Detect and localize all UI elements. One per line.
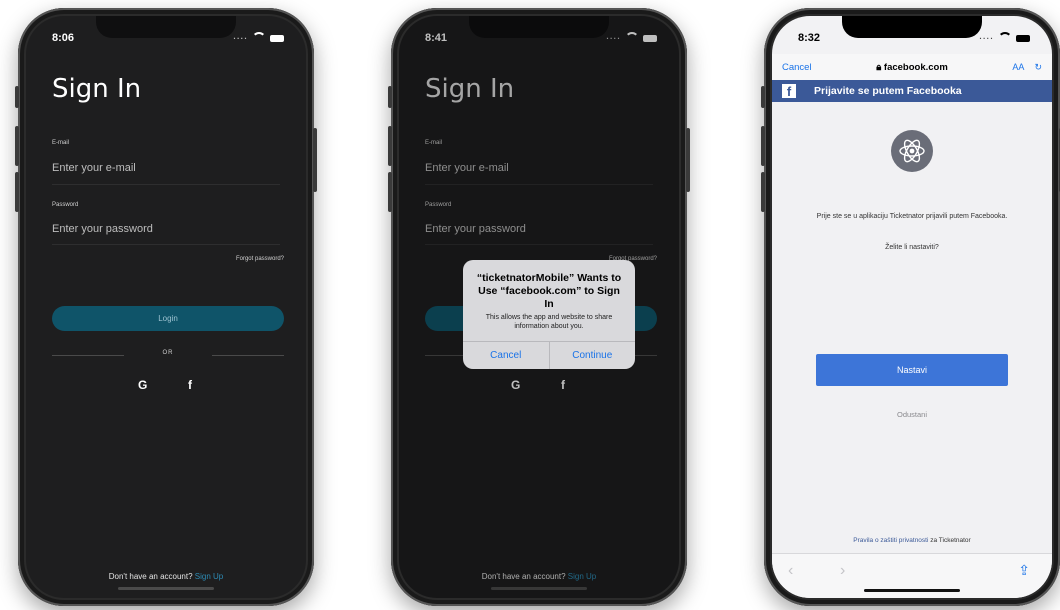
phone-frame-3: 8:32 ···· Cancel 🔒︎ facebook.com AA ↻ f … [761, 8, 1060, 606]
facebook-message: Prije ste se u aplikaciju Ticketnator pr… [816, 213, 1008, 220]
phone-frame-1: 8:06 ···· Sign In E-mail Enter your e-ma… [15, 8, 317, 606]
forgot-password-link[interactable]: Forgot password? [236, 256, 284, 262]
power-button [313, 128, 317, 192]
text-size-button[interactable]: AA [1012, 62, 1024, 73]
wifi-icon [252, 32, 266, 44]
battery-icon [270, 34, 284, 42]
email-field[interactable]: Enter your e-mail [52, 162, 136, 174]
forward-icon[interactable]: › [840, 562, 845, 580]
status-time: 8:32 [798, 32, 821, 44]
mute-switch [761, 86, 765, 108]
alert-cancel-button[interactable]: Cancel [463, 342, 550, 369]
address-url[interactable]: 🔒︎ facebook.com [876, 62, 948, 73]
continue-button[interactable]: Nastavi [816, 354, 1008, 386]
no-account-text: Don't have an account? [108, 572, 193, 581]
status-bar: 8:06 ···· [52, 30, 284, 46]
alert-title: “ticketnatorMobile” Wants to Use “facebo… [476, 272, 622, 310]
status-icons: ···· [979, 32, 1030, 44]
password-field[interactable]: Enter your password [52, 223, 153, 235]
atom-app-icon [891, 130, 933, 172]
alert-actions: Cancel Continue [463, 341, 635, 369]
divider-line-left [52, 355, 124, 356]
password-underline [52, 244, 280, 245]
divider-line-right [212, 355, 284, 356]
lock-icon: 🔒︎ [876, 61, 882, 73]
wifi-icon [998, 32, 1012, 44]
privacy-suffix: za Ticketnator [930, 537, 971, 544]
power-button [686, 128, 690, 192]
signup-link[interactable]: Sign Up [195, 572, 223, 581]
facebook-logo-icon: f [782, 84, 796, 98]
email-label: E-mail [52, 140, 70, 146]
volume-down-button [388, 172, 392, 212]
privacy-row: Pravila o zaštiti privatnosti za Ticketn… [772, 537, 1052, 544]
volume-up-button [15, 126, 19, 166]
reload-icon[interactable]: ↻ [1034, 62, 1042, 73]
mute-switch [388, 86, 392, 108]
alert-continue-button[interactable]: Continue [550, 342, 636, 369]
volume-up-button [761, 126, 765, 166]
alert-message: This allows the app and website to share… [485, 314, 613, 330]
home-indicator [118, 587, 214, 590]
signin-screen-1: 8:06 ···· Sign In E-mail Enter your e-ma… [26, 16, 306, 598]
mute-switch [15, 86, 19, 108]
battery-icon [1016, 34, 1030, 42]
signal-icon: ···· [233, 33, 248, 43]
cancel-link[interactable]: Odustani [772, 410, 1052, 419]
back-icon[interactable]: ‹ [788, 562, 793, 580]
or-label: OR [162, 350, 174, 356]
facebook-icon[interactable]: f [188, 378, 192, 392]
status-bar: 8:32 ···· [798, 30, 1030, 46]
login-button[interactable]: Login [52, 306, 284, 331]
signup-row: Don't have an account? Sign Up [26, 572, 306, 581]
volume-down-button [761, 172, 765, 212]
email-underline [52, 184, 280, 185]
volume-up-button [388, 126, 392, 166]
facebook-body: Prije ste se u aplikaciju Ticketnator pr… [772, 102, 1052, 554]
facebook-header-title: Prijavite se putem Facebooka [814, 85, 962, 97]
volume-down-button [15, 172, 19, 212]
url-text: facebook.com [883, 61, 948, 73]
status-time: 8:06 [52, 32, 75, 44]
password-label: Password [52, 202, 79, 208]
share-icon[interactable]: ⇪ [1018, 562, 1030, 579]
browser-address-bar: Cancel 🔒︎ facebook.com AA ↻ [772, 54, 1052, 80]
browser-actions: AA ↻ [1012, 62, 1042, 73]
signin-screen-2: 8:41 ···· Sign In E-mail Enter your e-ma… [399, 16, 679, 598]
facebook-question: Želite li nastaviti? [885, 244, 939, 251]
page-title: Sign In [52, 74, 142, 104]
auth-alert-dialog: “ticketnatorMobile” Wants to Use “facebo… [463, 260, 635, 369]
status-icons: ···· [233, 32, 284, 44]
home-indicator [864, 589, 960, 592]
browser-cancel-button[interactable]: Cancel [782, 62, 812, 73]
phone-frame-2: 8:41 ···· Sign In E-mail Enter your e-ma… [388, 8, 690, 606]
facebook-header: f Prijavite se putem Facebooka [772, 80, 1052, 102]
google-icon[interactable]: G [138, 378, 147, 392]
or-divider: OR [52, 350, 284, 360]
atom-icon [899, 139, 925, 163]
facebook-login-screen: 8:32 ···· Cancel 🔒︎ facebook.com AA ↻ f … [772, 16, 1052, 598]
stage: 8:06 ···· Sign In E-mail Enter your e-ma… [0, 0, 1060, 610]
privacy-link[interactable]: Pravila o zaštiti privatnosti [853, 537, 928, 544]
signal-icon: ···· [979, 33, 994, 43]
